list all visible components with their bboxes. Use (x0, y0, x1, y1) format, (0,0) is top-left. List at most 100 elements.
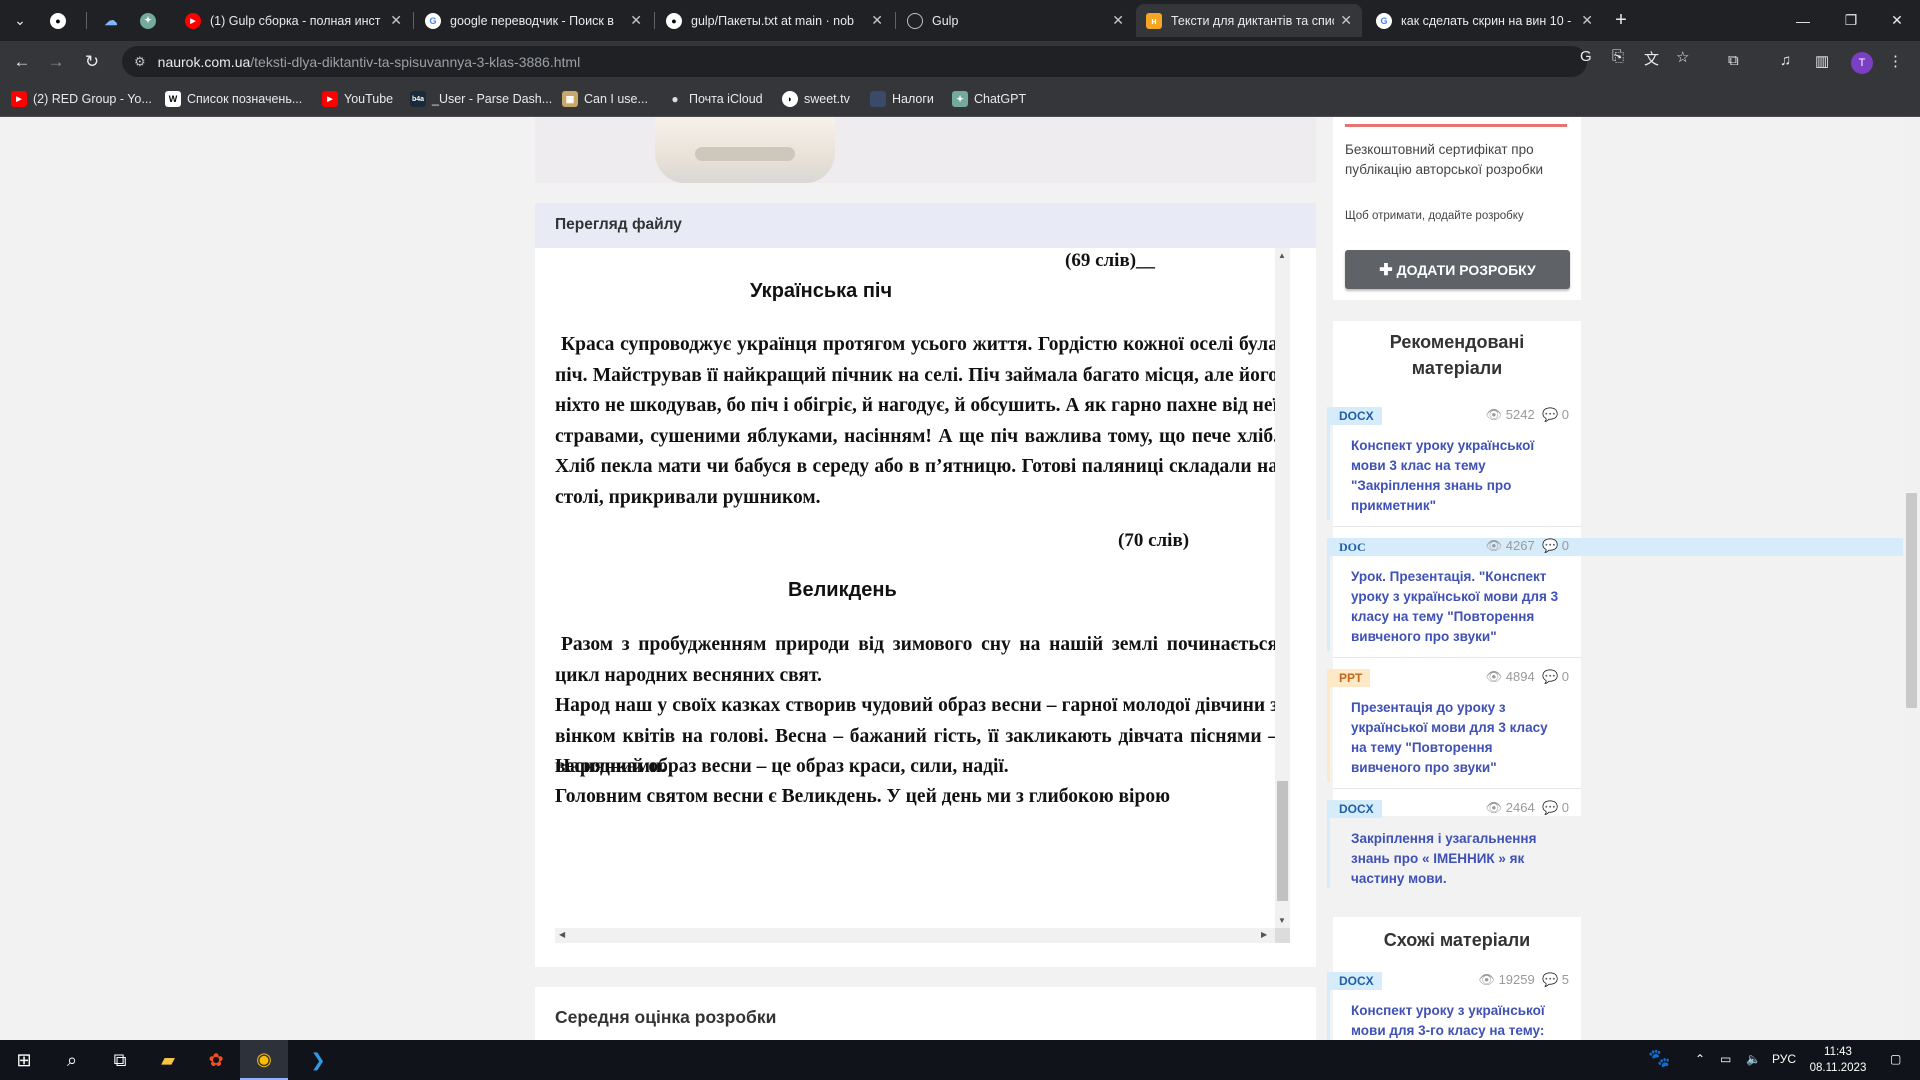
close-icon[interactable]: ✕ (630, 12, 642, 29)
comment-icon: 💬 (1541, 407, 1559, 422)
close-icon[interactable]: ✕ (1340, 12, 1352, 29)
file-explorer-button[interactable]: ▰ (144, 1040, 192, 1080)
wikipedia-icon: W (165, 91, 181, 107)
bookmark-star-icon[interactable]: ☆ (1676, 48, 1689, 66)
install-app-icon[interactable]: ⎘ (1612, 48, 1624, 65)
badge-rail (1327, 556, 1330, 651)
item-title-link[interactable]: Урок. Презентація. "Конспект уроку з укр… (1351, 567, 1566, 647)
bookmark-chatgpt[interactable]: ✦ ChatGPT (952, 91, 1026, 107)
forward-button[interactable]: → (42, 48, 70, 76)
notifications-icon[interactable]: ▢ (1890, 1052, 1901, 1066)
folder-icon (870, 91, 886, 107)
tab-title: gulp/Пакеты.txt at main · nob (691, 13, 854, 28)
new-tab-button[interactable]: + (1607, 6, 1635, 34)
list-item[interactable]: PPT 👁 4894 💬 0 Презентація до уроку з ук… (1327, 658, 1581, 789)
item-stats: 👁 4894 💬 0 (1486, 669, 1569, 685)
chrome-taskbar-button[interactable]: ◉ (240, 1040, 288, 1080)
close-icon[interactable]: ✕ (390, 12, 402, 29)
scroll-down-icon[interactable]: ▼ (1278, 916, 1286, 925)
minimize-button[interactable]: — (1780, 0, 1826, 41)
tab-pinned-cloud[interactable]: ☁ (93, 4, 125, 37)
translate-icon[interactable]: 文 (1644, 48, 1659, 69)
bookmark-folder-nalogi[interactable]: Налоги (870, 91, 934, 107)
list-item[interactable]: DOCX 👁 2464 💬 0 Закріплення і узагальнен… (1327, 789, 1581, 894)
language-indicator[interactable]: РУС (1772, 1052, 1796, 1066)
bookmark-parse[interactable]: b4a _User - Parse Dash... (410, 91, 552, 107)
add-development-button[interactable]: ✚ ДОДАТИ РОЗРОБКУ (1345, 250, 1570, 289)
caniuse-icon: ▦ (562, 91, 578, 107)
profile-avatar[interactable]: T (1851, 52, 1873, 74)
doc-paragraph-2d: Головним святом весни є Великдень. У цей… (555, 786, 1170, 807)
tab-gulp[interactable]: Gulp ✕ (897, 4, 1134, 37)
chatgpt-icon: ✦ (952, 91, 968, 107)
tab-strip: ⌄ ● ☁ ✦ ▶ (1) Gulp сборка - полная инст … (0, 0, 1920, 41)
vscode-button[interactable]: ❯ (294, 1040, 342, 1080)
close-icon[interactable]: ✕ (1112, 12, 1124, 29)
search-button[interactable]: ⌕ (48, 1040, 96, 1080)
tab-google-translate[interactable]: G google переводчик - Поиск в ✕ (415, 4, 652, 37)
network-icon[interactable]: ▭ (1720, 1052, 1731, 1066)
list-item[interactable]: DOCX 👁 19259 💬 5 Конспект уроку з україн… (1327, 961, 1581, 1040)
list-item[interactable]: DOCX 👁 5242 💬 0 Конспект уроку українськ… (1327, 396, 1581, 527)
restore-button[interactable]: ❐ (1828, 0, 1874, 41)
menu-kebab-icon[interactable]: ⋮ (1888, 52, 1903, 70)
scrollbar-corner (1275, 928, 1290, 943)
page-scrollbar[interactable] (1903, 117, 1920, 1040)
extensions-icon[interactable]: ⧉ (1728, 52, 1739, 69)
hero-banner (535, 117, 1316, 183)
side-panel-icon[interactable]: ▥ (1815, 52, 1829, 70)
bookmark-icloud[interactable]: ● Почта iCloud (667, 91, 762, 107)
bookmark-wiki[interactable]: W Список позначень... (165, 91, 302, 107)
document-horizontal-scrollbar[interactable]: ◀ ▶ (555, 928, 1290, 943)
figma-button[interactable]: ✿ (192, 1040, 240, 1080)
badge-rail (1327, 990, 1330, 1040)
tab-pinned-github[interactable]: ● (40, 4, 80, 37)
tab-gulp-youtube[interactable]: ▶ (1) Gulp сборка - полная инст ✕ (175, 4, 412, 37)
item-title-link[interactable]: Конспект уроку з української мови для 3-… (1351, 1001, 1566, 1040)
tray-app-icon[interactable]: 🐾 (1648, 1048, 1670, 1069)
system-clock[interactable]: 11:43 08.11.2023 (1808, 1044, 1868, 1076)
document-vertical-scrollbar[interactable]: ▲ ▼ (1275, 248, 1290, 928)
site-info-icon[interactable]: ⚙ (134, 54, 146, 70)
url-host: naurok.com.ua (157, 53, 251, 70)
bookmark-caniuse[interactable]: ▦ Can I use... (562, 91, 648, 107)
close-window-button[interactable]: ✕ (1874, 0, 1920, 41)
list-item[interactable]: DOC 👁 4267 💬 0 Урок. Презентація. "Консп… (1327, 527, 1920, 658)
comments-count: 0 (1561, 669, 1569, 684)
tab-search-button[interactable]: ⌄ (6, 6, 34, 34)
scroll-left-icon[interactable]: ◀ (559, 930, 565, 939)
task-view-button[interactable]: ⧉ (96, 1040, 144, 1080)
bookmark-red-group[interactable]: ▶ (2) RED Group - Yo... (11, 91, 152, 107)
tab-google-screenshot[interactable]: G как сделать скрин на вин 10 - ✕ (1366, 4, 1603, 37)
bookmarks-bar: ▶ (2) RED Group - Yo... W Список позначень… (0, 82, 1920, 117)
address-bar[interactable]: ⚙ naurok.com.ua/teksti-dlya-diktantiv-ta… (122, 46, 1587, 77)
reload-button[interactable]: ↻ (78, 48, 106, 76)
page-scroll-thumb[interactable] (1906, 493, 1917, 708)
scroll-up-icon[interactable]: ▲ (1278, 251, 1286, 260)
scroll-right-icon[interactable]: ▶ (1261, 930, 1267, 939)
tab-github-gulp[interactable]: ● gulp/Пакеты.txt at main · nob ✕ (656, 4, 893, 37)
close-icon[interactable]: ✕ (871, 12, 883, 29)
google-lens-icon[interactable]: G (1580, 48, 1592, 65)
chrome-icon: ◉ (256, 1048, 272, 1069)
document-content[interactable]: (69 слів)__ Українська піч Краса супрово… (555, 248, 1295, 928)
item-title-link[interactable]: Презентація до уроку з української мови … (1351, 698, 1566, 778)
item-title-link[interactable]: Конспект уроку української мови 3 клас н… (1351, 436, 1566, 516)
tab-naurok-active[interactable]: н Тексти для диктантів та спису ✕ (1136, 4, 1362, 37)
tab-pinned-chatgpt[interactable]: ✦ (130, 4, 170, 37)
file-type-badge: PPT (1327, 669, 1371, 687)
volume-icon[interactable]: 🔈 (1746, 1052, 1761, 1066)
word-count-1: (69 слів)__ (1065, 250, 1156, 271)
viewer-title: Перегляд файлу (535, 203, 1316, 248)
chevron-up-icon[interactable]: ⌃ (1695, 1052, 1705, 1066)
bookmark-youtube[interactable]: ▶ YouTube (322, 91, 393, 107)
item-title-link[interactable]: Закріплення і узагальнення знань про « І… (1351, 829, 1566, 889)
bookmark-sweettv[interactable]: ◗ sweet.tv (782, 91, 850, 107)
scroll-thumb[interactable] (1277, 781, 1288, 901)
media-control-icon[interactable]: ♫ (1780, 52, 1791, 69)
back-button[interactable]: ← (8, 48, 36, 76)
url-path: /teksti-dlya-diktantiv-ta-spisuvannya-3-… (250, 53, 581, 70)
close-icon[interactable]: ✕ (1581, 12, 1593, 29)
start-button[interactable]: ⊞ (0, 1040, 48, 1080)
eye-icon: 👁 (1485, 800, 1503, 815)
